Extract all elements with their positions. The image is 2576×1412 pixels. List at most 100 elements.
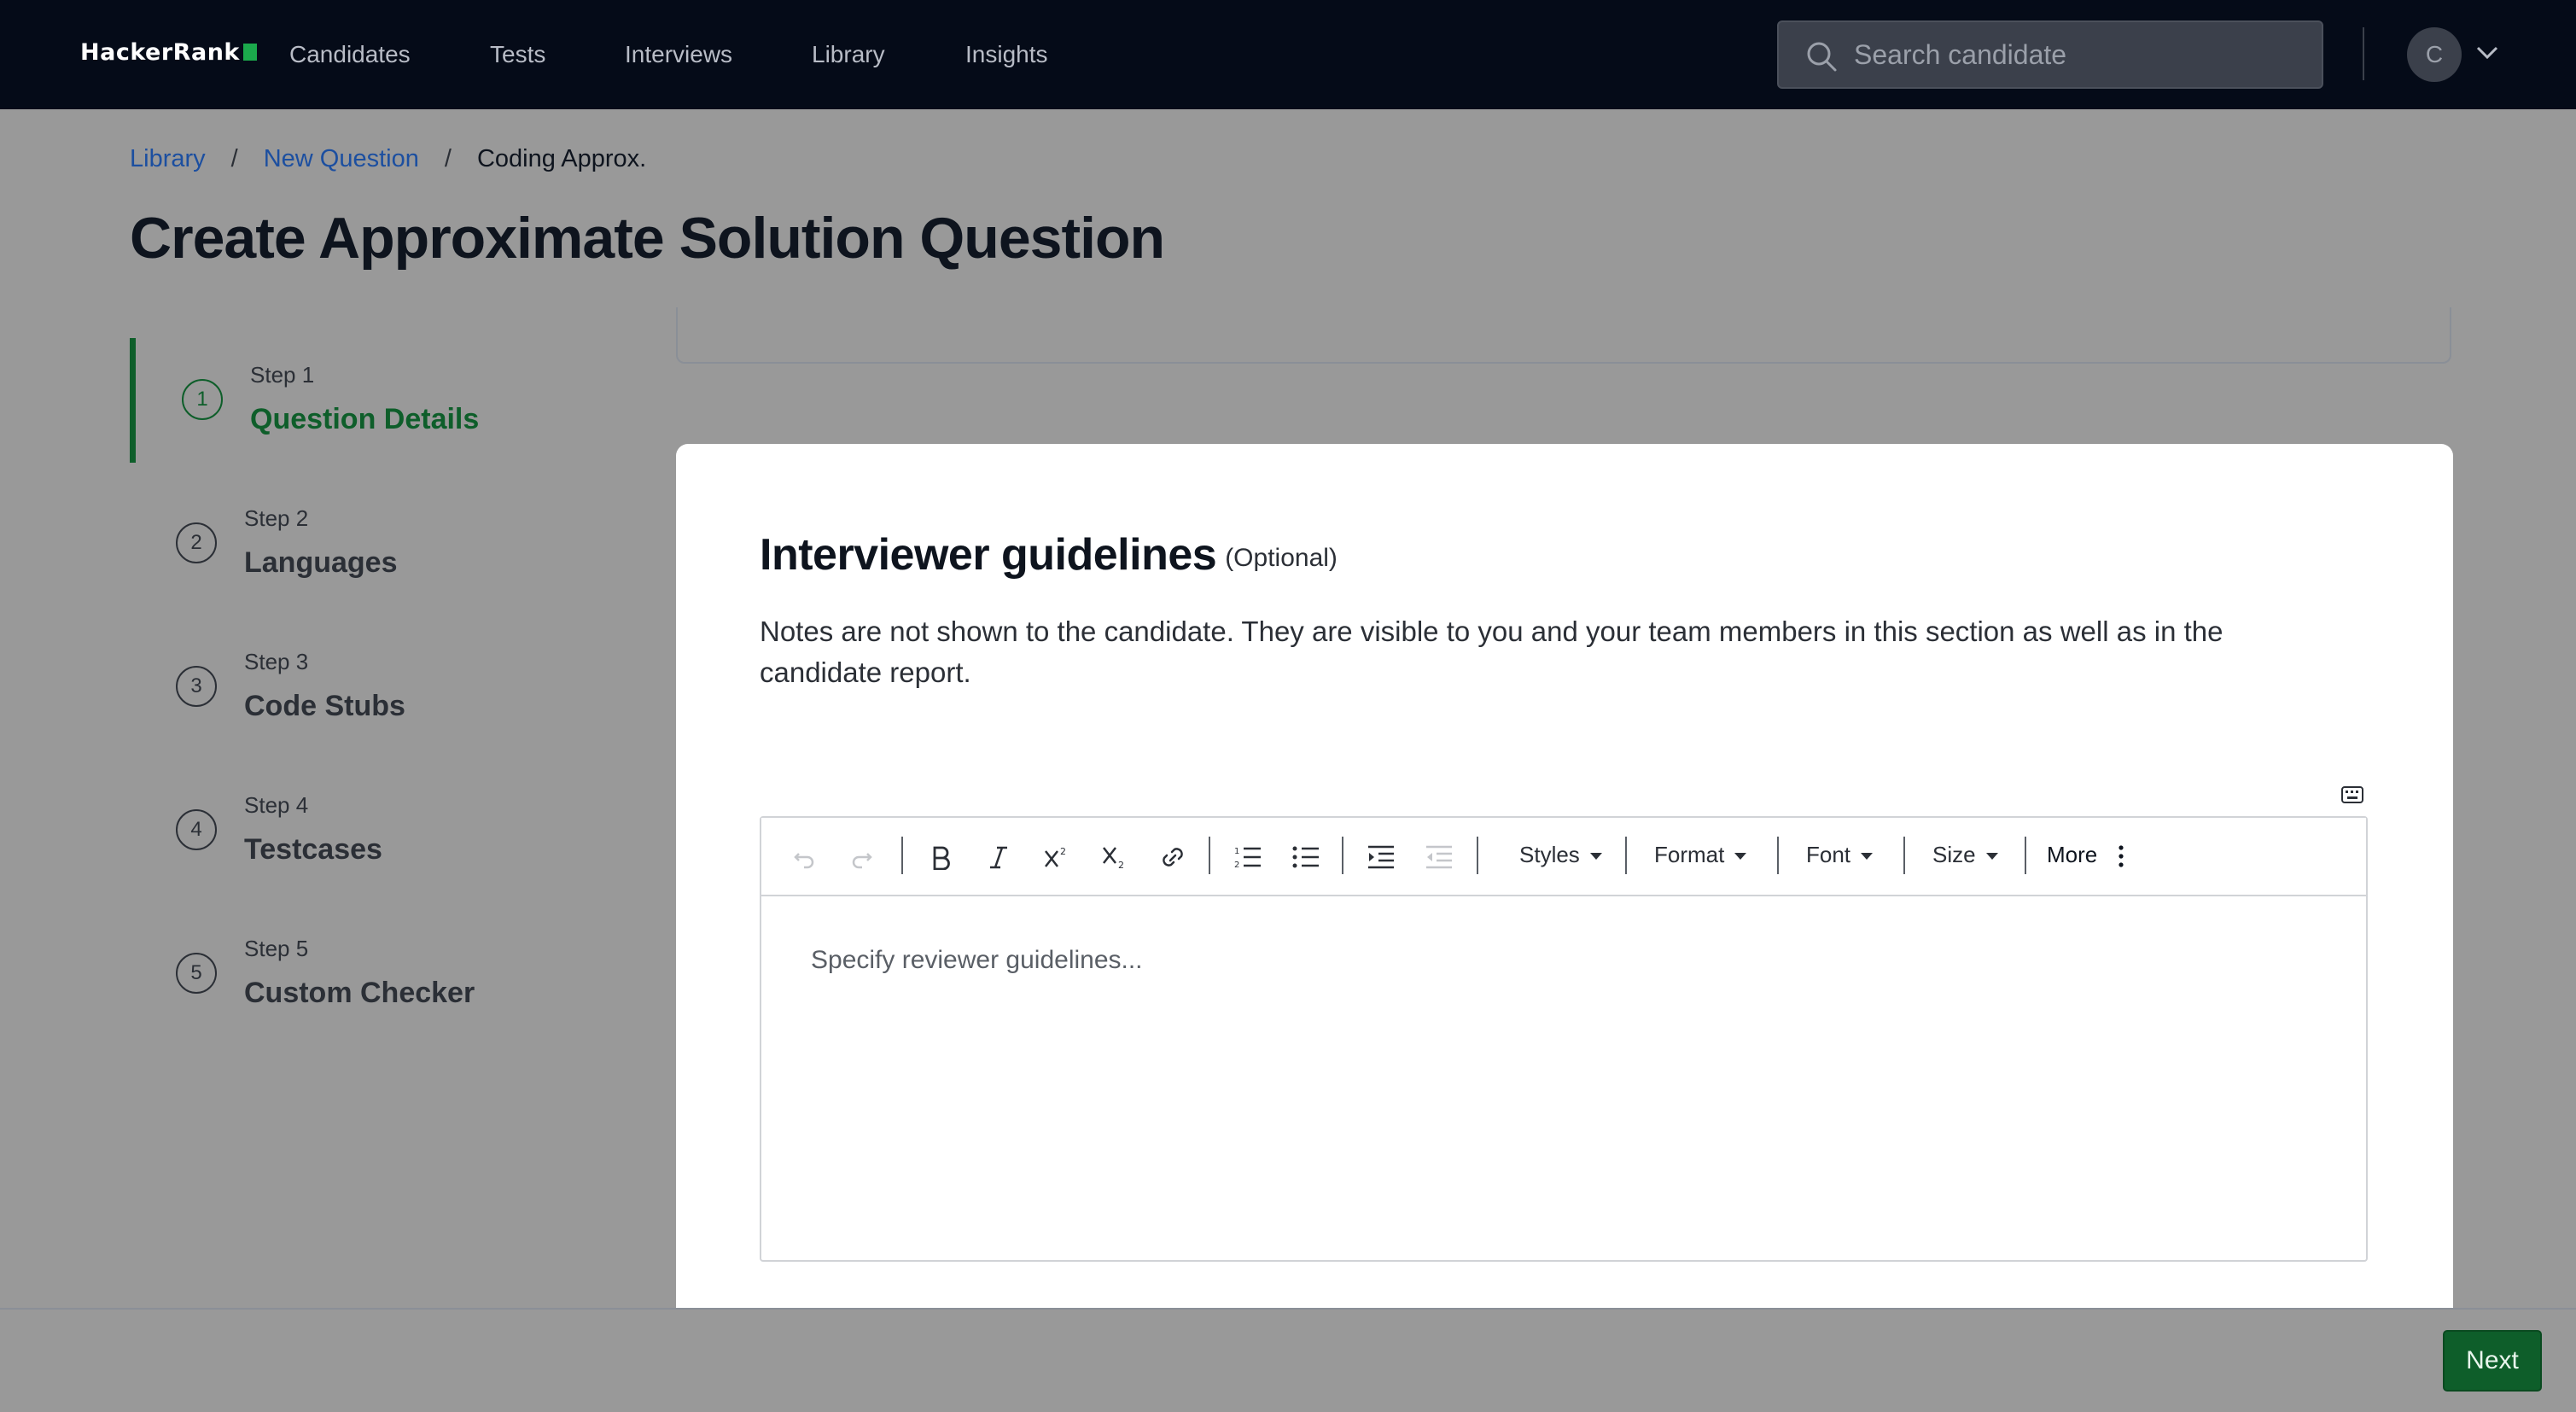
link-icon: [1163, 848, 1183, 866]
breadcrumb: Library / New Question / Coding Approx.: [130, 145, 646, 173]
toolbar-divider: [1625, 837, 1627, 874]
format-label: Format: [1654, 842, 1725, 867]
toolbar-divider: [1477, 837, 1478, 874]
step-name: Testcases: [244, 833, 382, 866]
step-code-stubs[interactable]: 3 Step 3 Code Stubs: [130, 625, 608, 750]
undo-button[interactable]: [784, 837, 825, 878]
step-kicker: Step 1: [250, 362, 315, 388]
rich-text-editor[interactable]: 2 2 12 Styles Format Font Size More Spec…: [760, 816, 2368, 1262]
keyboard-icon[interactable]: [2340, 785, 2364, 804]
breadcrumb-current: Coding Approx.: [476, 145, 647, 172]
step-languages[interactable]: 2 Step 2 Languages: [130, 481, 608, 606]
step-kicker: Step 3: [244, 649, 309, 674]
nav-link-candidates[interactable]: Candidates: [289, 41, 411, 68]
step-name: Custom Checker: [244, 977, 475, 1009]
redo-button[interactable]: [842, 837, 883, 878]
editor-toolbar: 2 2 12 Styles Format Font Size More: [761, 818, 2366, 896]
logo-mark-icon: [242, 44, 257, 61]
background-card: [676, 307, 2451, 364]
bullet-list-button[interactable]: [1285, 837, 1326, 878]
page-title: Create Approximate Solution Question: [130, 206, 1165, 271]
caret-down-icon: [1589, 853, 1602, 860]
step-number: 3: [176, 666, 217, 707]
breadcrumb-library[interactable]: Library: [130, 145, 206, 172]
svg-text:2: 2: [1234, 861, 1239, 870]
modal-description: Notes are not shown to the candidate. Th…: [760, 616, 2223, 688]
font-dropdown[interactable]: Font: [1806, 842, 1874, 868]
footer-divider: [0, 1308, 2576, 1310]
styles-label: Styles: [1519, 842, 1580, 867]
format-dropdown[interactable]: Format: [1654, 842, 1747, 868]
size-label: Size: [1932, 842, 1976, 867]
nav-link-interviews[interactable]: Interviews: [625, 41, 732, 68]
breadcrumb-separator: /: [230, 145, 238, 172]
editor-placeholder[interactable]: Specify reviewer guidelines...: [811, 946, 1143, 975]
caret-down-icon: [1985, 853, 1998, 860]
nav-link-library[interactable]: Library: [812, 41, 885, 68]
toolbar-divider: [901, 837, 903, 874]
step-number: 1: [182, 379, 223, 420]
svg-text:1: 1: [1234, 847, 1239, 856]
ordered-list-icon: 12: [1234, 847, 1261, 870]
nav-link-tests[interactable]: Tests: [490, 41, 545, 68]
breadcrumb-new-question[interactable]: New Question: [264, 145, 419, 172]
outdent-button[interactable]: [1419, 837, 1460, 878]
top-navbar: HackerRank Candidates Tests Interviews L…: [0, 0, 2576, 109]
superscript-icon: 2: [1045, 846, 1066, 867]
svg-text:2: 2: [1118, 860, 1124, 870]
step-number: 4: [176, 809, 217, 850]
modal-title-text: Interviewer guidelines: [760, 530, 1217, 580]
step-kicker: Step 4: [244, 792, 309, 818]
step-name: Code Stubs: [244, 690, 405, 722]
subscript-button[interactable]: 2: [1094, 837, 1135, 878]
nav-link-insights[interactable]: Insights: [965, 41, 1048, 68]
bold-button[interactable]: [920, 837, 961, 878]
undo-icon: [794, 853, 814, 869]
search-icon: [1807, 42, 1837, 72]
search-input[interactable]: [1854, 34, 2298, 75]
step-testcases[interactable]: 4 Step 4 Testcases: [130, 768, 608, 893]
step-number: 2: [176, 522, 217, 563]
modal-title: Interviewer guidelines (Optional): [760, 529, 1338, 581]
interviewer-guidelines-modal: Interviewer guidelines (Optional) Notes a…: [676, 444, 2453, 1308]
svg-text:2: 2: [1060, 846, 1066, 857]
toolbar-divider: [1777, 837, 1779, 874]
chevron-down-icon[interactable]: [2475, 44, 2499, 61]
ordered-list-button[interactable]: 12: [1227, 837, 1268, 878]
caret-down-icon: [1861, 853, 1874, 860]
step-question-details[interactable]: 1 Step 1 Question Details: [130, 338, 608, 463]
size-dropdown[interactable]: Size: [1932, 842, 1998, 868]
outdent-icon: [1426, 845, 1452, 869]
step-name: Languages: [244, 546, 398, 579]
kebab-icon: [2118, 845, 2124, 867]
subscript-icon: 2: [1103, 847, 1124, 870]
step-custom-checker[interactable]: 5 Step 5 Custom Checker: [130, 912, 608, 1036]
italic-button[interactable]: [978, 837, 1019, 878]
step-kicker: Step 2: [244, 505, 309, 531]
indent-icon: [1368, 845, 1394, 869]
breadcrumb-separator: /: [444, 145, 452, 172]
redo-icon: [852, 853, 872, 869]
nav-divider: [2363, 27, 2364, 80]
search-box[interactable]: [1777, 20, 2323, 89]
logo-text: HackerRank: [80, 39, 240, 66]
toolbar-divider: [1903, 837, 1905, 874]
indent-button[interactable]: [1361, 837, 1402, 878]
step-kicker: Step 5: [244, 936, 309, 961]
next-button[interactable]: Next: [2443, 1330, 2542, 1392]
superscript-button[interactable]: 2: [1036, 837, 1077, 878]
toolbar-divider: [1209, 837, 1210, 874]
link-button[interactable]: [1152, 837, 1193, 878]
bold-icon: [933, 846, 950, 870]
styles-dropdown[interactable]: Styles: [1519, 842, 1602, 868]
optional-label: (Optional): [1225, 544, 1338, 572]
step-name: Question Details: [250, 403, 480, 435]
toolbar-divider: [1342, 837, 1343, 874]
bullet-list-icon: [1292, 846, 1319, 868]
avatar[interactable]: C: [2407, 27, 2462, 82]
more-button[interactable]: More: [2047, 842, 2125, 868]
font-label: Font: [1806, 842, 1851, 867]
hackerrank-logo[interactable]: HackerRank: [80, 39, 257, 66]
caret-down-icon: [1734, 853, 1747, 860]
italic-icon: [990, 846, 1007, 869]
